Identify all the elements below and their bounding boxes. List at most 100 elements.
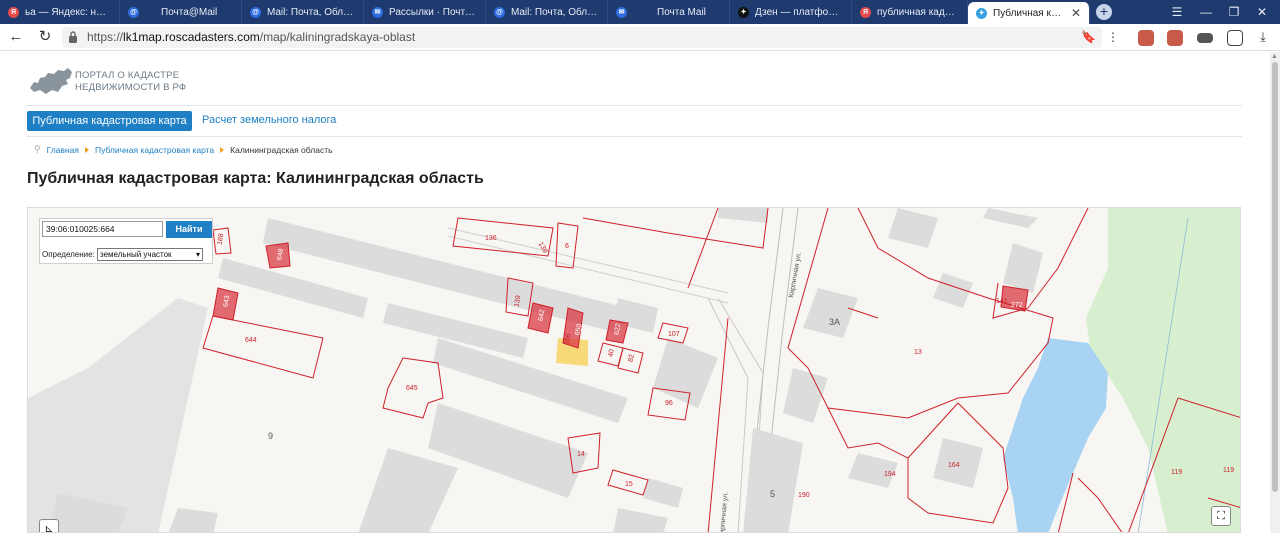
browser-tab[interactable]: @ Mail: Почта, Облако, К <box>486 0 608 24</box>
parcel-label: 164 <box>948 462 960 469</box>
parcel-label: 650 <box>574 323 583 336</box>
extension-icon[interactable] <box>1197 33 1213 43</box>
parcel-label: 119 <box>1223 467 1234 474</box>
tab-label: Публичная кадастр <box>993 7 1065 19</box>
yandex-icon: Я <box>8 6 19 18</box>
breadcrumb-arrow-icon <box>84 146 89 153</box>
nav-land-tax[interactable]: Расчет земельного налога <box>202 114 336 126</box>
building-number: 5 <box>770 489 775 499</box>
definition-select[interactable]: земельный участок ▾ <box>97 248 203 261</box>
parcel-label: 194 <box>884 471 896 478</box>
close-window-icon[interactable]: ✕ <box>1248 0 1276 24</box>
close-tab-icon[interactable]: ✕ <box>1071 6 1081 20</box>
envelope-icon: ✉ <box>616 6 627 18</box>
yandex-icon: Я <box>860 6 871 18</box>
scroll-up-icon[interactable]: ▲ <box>1271 53 1278 60</box>
parcel-label: 136 <box>485 235 497 242</box>
browser-tab[interactable]: Я ьа — Яндекс: нашлось <box>0 0 120 24</box>
divider <box>26 136 1242 137</box>
browser-tab[interactable]: ✉ Рассылки · Почта Mail <box>364 0 486 24</box>
russia-map-logo-icon <box>30 68 72 94</box>
parcel-label: 6 <box>565 243 569 250</box>
tab-label: Mail: Почта, Облако, К <box>267 6 355 18</box>
parcel-label: 15 <box>625 481 633 488</box>
page-scrollbar[interactable]: ▲ <box>1270 52 1280 533</box>
browser-tab[interactable]: ✦ Дзен — платформа дл <box>730 0 852 24</box>
url-scheme: https:// <box>87 30 124 44</box>
find-button[interactable]: Найти <box>166 221 212 238</box>
browser-tab-strip: Я ьа — Яндекс: нашлось @ Почта@Mail @ Ma… <box>0 0 1280 24</box>
tab-label: Дзен — платформа дл <box>755 6 843 18</box>
chevron-down-icon: ▾ <box>195 250 200 259</box>
tab-label: Рассылки · Почта Mail <box>389 6 477 18</box>
breadcrumb-home[interactable]: Главная <box>47 145 79 155</box>
reload-icon[interactable]: ↻ <box>34 27 56 47</box>
definition-selected-value: земельный участок <box>100 250 172 259</box>
rosreestr-icon: ✦ <box>976 7 987 19</box>
tab-label: Mail: Почта, Облако, К <box>511 6 599 18</box>
building-number: 3А <box>829 317 840 327</box>
map-pin-icon: ⚲ <box>34 144 41 154</box>
parcel-label: 119 <box>1171 469 1182 476</box>
extension-icon[interactable] <box>1138 30 1154 46</box>
mail-at-icon: @ <box>250 6 261 18</box>
building-number: 9 <box>268 431 273 441</box>
tab-label: ьа — Яндекс: нашлось <box>25 6 111 18</box>
cadastral-number-input[interactable] <box>42 221 163 237</box>
tab-menu-icon[interactable]: ☰ <box>1163 0 1191 24</box>
parcel-label: 14 <box>577 451 585 458</box>
cadastral-map[interactable]: 136 6 188 644 645 107 40 82 96 14 15 13 … <box>27 207 1241 533</box>
lock-icon <box>69 31 77 43</box>
ruler-tool-icon[interactable]: ⊾ <box>39 519 59 532</box>
breadcrumb-arrow-icon <box>220 146 225 153</box>
tab-label: публичная кадастрова <box>877 6 959 18</box>
mail-at-icon: @ <box>494 6 505 18</box>
browser-tab[interactable]: ✉ Почта Mail <box>608 0 730 24</box>
more-menu-icon[interactable]: ⋮ <box>1102 27 1124 47</box>
water-body <box>1003 338 1108 532</box>
street-label: Кирпичная ул. <box>788 252 803 299</box>
scrollbar-thumb[interactable] <box>1272 62 1278 492</box>
extensions-puzzle-icon[interactable] <box>1227 30 1243 46</box>
nav-cadastral-map[interactable]: Публичная кадастровая карта <box>27 111 192 131</box>
address-bar: ← ↻ https://lk1map.roscadasters.com/map/… <box>0 24 1280 51</box>
street-label: Кирпичная ул. <box>719 492 730 533</box>
url-text: https://lk1map.roscadasters.com/map/kali… <box>87 30 415 44</box>
portal-logo-text: ПОРТАЛ О КАДАСТРЕ НЕДВИЖИМОСТИ В РФ <box>75 70 186 94</box>
divider <box>26 105 1242 106</box>
tab-label: Почта Mail <box>657 6 706 18</box>
parcel-label: 141 <box>996 298 1008 305</box>
logo-line-1: ПОРТАЛ О КАДАСТРЕ <box>75 70 180 81</box>
parcel-label: 82 <box>628 354 636 363</box>
browser-tab[interactable]: @ Почта@Mail <box>120 0 242 24</box>
url-host: lk1map.roscadasters.com <box>123 30 260 44</box>
new-tab-button[interactable]: + <box>1096 4 1112 20</box>
parcel-label: 644 <box>245 337 257 344</box>
parcel-label: 96 <box>665 400 673 407</box>
parcel-label: 107 <box>668 331 680 338</box>
download-icon[interactable]: ⤓ <box>1252 27 1274 47</box>
bookmark-icon[interactable]: 🔖 <box>1081 30 1096 44</box>
parcel-label: 188 <box>217 233 226 246</box>
page-title: Публичная кадастровая карта: Калининград… <box>27 170 484 187</box>
url-field[interactable]: https://lk1map.roscadasters.com/map/kali… <box>62 27 1102 48</box>
mail-at-icon: @ <box>128 6 139 18</box>
fullscreen-icon[interactable]: ⛶ <box>1211 506 1231 526</box>
envelope-icon: ✉ <box>372 6 383 18</box>
parcel-label: 139 <box>537 241 549 255</box>
extension-icon[interactable] <box>1167 30 1183 46</box>
parcel-label: 40 <box>608 349 616 358</box>
parcel-label: 190 <box>798 492 810 499</box>
breadcrumb-cadastral-map[interactable]: Публичная кадастровая карта <box>95 145 214 155</box>
parcel-label: 13 <box>914 349 922 356</box>
browser-tab-active[interactable]: ✦ Публичная кадастр ✕ <box>968 2 1090 24</box>
url-path: /map/kaliningradskaya-oblast <box>259 30 416 44</box>
parcel-label: 272 <box>1011 302 1023 309</box>
back-arrow-icon[interactable]: ← <box>5 27 27 47</box>
browser-tab[interactable]: @ Mail: Почта, Облако, К <box>242 0 364 24</box>
tab-label: Почта@Mail <box>161 6 218 18</box>
browser-tab[interactable]: Я публичная кадастрова <box>852 0 968 24</box>
definition-label: Определение: <box>42 250 95 259</box>
minimize-icon[interactable]: — <box>1192 0 1220 24</box>
restore-icon[interactable]: ❐ <box>1220 0 1248 24</box>
